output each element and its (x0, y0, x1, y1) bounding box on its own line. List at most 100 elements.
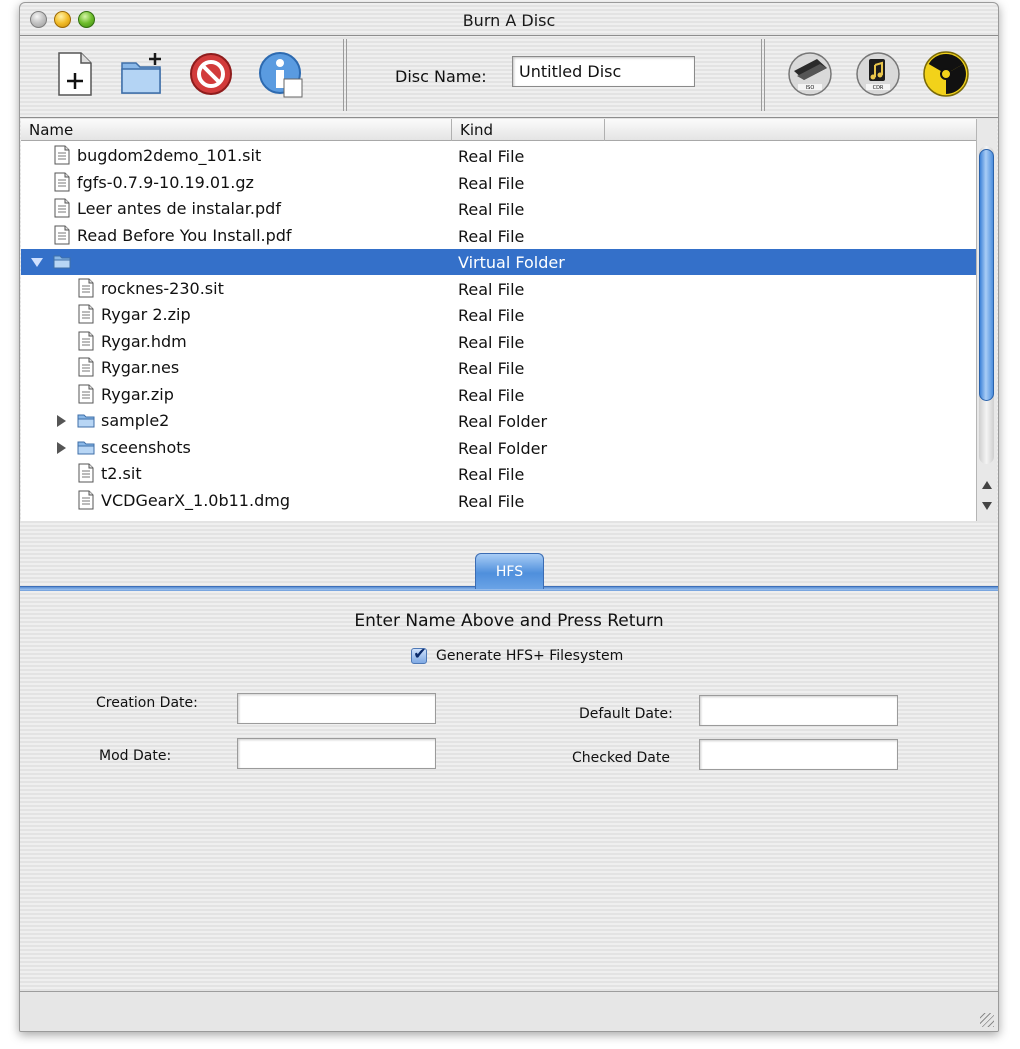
file-kind: Real File (458, 279, 525, 299)
file-list-row[interactable]: sceenshots Real Folder (21, 435, 976, 461)
burn-icon[interactable] (921, 49, 971, 99)
file-name[interactable]: sample2 (101, 411, 169, 430)
toolbar-separator (343, 39, 347, 111)
file-list-row[interactable]: VCDGearX_1.0b11.dmg Real File (21, 488, 976, 514)
status-bar (20, 991, 998, 1031)
file-list-row[interactable]: rocknes-230.sit Real File (21, 276, 976, 302)
file-list-row[interactable]: Rygar.nes Real File (21, 355, 976, 381)
document-icon (77, 331, 95, 351)
file-kind: Real Folder (458, 412, 548, 431)
default-date-label: Default Date: (579, 706, 673, 722)
file-list-row[interactable]: Virtual Folder (21, 249, 976, 275)
column-header-kind[interactable]: Kind (460, 121, 493, 139)
delete-icon[interactable] (186, 49, 236, 99)
svg-text:CDR: CDR (873, 85, 884, 91)
file-list-row[interactable]: t2.sit Real File (21, 461, 976, 487)
disc-name-label: Disc Name: (395, 67, 487, 86)
toolbar: Disc Name: ISO CDR (20, 36, 998, 118)
file-name[interactable]: Rygar.zip (101, 385, 174, 404)
file-name[interactable]: rocknes-230.sit (101, 279, 224, 298)
scroll-down-arrow[interactable] (982, 502, 992, 510)
document-icon (53, 225, 71, 245)
file-kind: Virtual Folder (458, 253, 565, 272)
file-kind: Real File (458, 226, 525, 246)
window-title: Burn A Disc (462, 11, 556, 30)
file-list-header: Name Kind (21, 119, 976, 141)
new-file-icon[interactable] (50, 49, 100, 99)
file-list-row[interactable]: bugdom2demo_101.sit Real File (21, 143, 976, 169)
tab-hfs[interactable]: HFS (475, 553, 544, 589)
vertical-scrollbar[interactable] (976, 119, 997, 521)
folder-icon (77, 410, 95, 430)
iso-image-icon[interactable]: ISO (785, 49, 835, 99)
default-date-field[interactable] (699, 695, 898, 726)
column-header-name[interactable]: Name (29, 121, 73, 139)
document-icon (53, 198, 71, 218)
disclosure-triangle-collapsed-icon[interactable] (57, 441, 66, 454)
file-name[interactable]: bugdom2demo_101.sit (77, 146, 261, 165)
file-name[interactable]: VCDGearX_1.0b11.dmg (101, 491, 290, 510)
generate-hfs-checkbox[interactable]: ✔ (411, 644, 427, 664)
file-name[interactable]: sceenshots (101, 438, 191, 457)
file-list-row[interactable]: sample2 Real Folder (21, 408, 976, 434)
file-list-row[interactable]: Leer antes de instalar.pdf Real File (21, 196, 976, 222)
burn-a-disc-window: Burn A Disc Disc Name: Untitled Disc ISO… (19, 2, 999, 1032)
toolbar-separator (761, 39, 765, 111)
column-divider[interactable] (451, 119, 452, 141)
creation-date-label: Creation Date: (96, 695, 198, 711)
generate-hfs-label[interactable]: Generate HFS+ Filesystem (436, 648, 623, 664)
file-name[interactable]: Leer antes de instalar.pdf (77, 199, 281, 218)
document-icon (77, 384, 95, 404)
disc-name-input[interactable] (512, 56, 695, 87)
disclosure-triangle-expanded-icon[interactable] (31, 258, 43, 267)
folder-icon (77, 437, 95, 457)
file-list-row[interactable]: Rygar.zip Real File (21, 382, 976, 408)
document-icon (53, 172, 71, 192)
file-list-row[interactable]: fgfs-0.7.9-10.19.01.gz Real File (21, 170, 976, 196)
file-list-row[interactable]: Rygar.hdm Real File (21, 329, 976, 355)
file-list-row[interactable]: Rygar 2.zip Real File (21, 302, 976, 328)
file-kind: Real File (458, 200, 525, 219)
document-icon (77, 357, 95, 377)
file-kind: Real File (458, 385, 525, 405)
file-kind: Real File (458, 491, 525, 511)
file-list[interactable]: Name Kind bugdom2demo_101.sit Real File fg… (21, 119, 976, 521)
file-name[interactable]: Rygar.hdm (101, 332, 187, 351)
scroll-thumb[interactable] (979, 149, 994, 401)
file-kind: Real File (458, 359, 525, 378)
document-icon (77, 463, 95, 483)
folder-icon (53, 251, 71, 271)
file-list-row[interactable]: Read Before You Install.pdf Real File (21, 223, 976, 249)
title-bar[interactable]: Burn A Disc (20, 3, 998, 36)
file-kind: Real Folder (458, 438, 548, 458)
document-icon (77, 304, 95, 324)
document-icon (53, 145, 71, 165)
column-divider[interactable] (604, 119, 605, 141)
checkmark-icon: ✔ (413, 644, 427, 663)
disclosure-triangle-collapsed-icon[interactable] (57, 415, 66, 427)
file-name[interactable]: Read Before You Install.pdf (77, 226, 292, 245)
new-folder-icon[interactable] (117, 49, 167, 99)
checked-date-label: Checked Date (572, 750, 670, 766)
file-kind: Real File (458, 306, 525, 325)
file-kind: Real File (458, 332, 525, 352)
mod-date-label: Mod Date: (99, 748, 172, 764)
document-icon (77, 278, 95, 298)
creation-date-field[interactable] (237, 693, 436, 724)
hfs-panel-heading: Enter Name Above and Press Return (354, 611, 664, 631)
file-name[interactable]: fgfs-0.7.9-10.19.01.gz (77, 173, 254, 192)
mod-date-field[interactable] (237, 738, 436, 769)
file-name[interactable]: Rygar.nes (101, 358, 179, 377)
file-kind: Real File (458, 173, 525, 193)
info-icon[interactable] (256, 49, 306, 99)
file-kind: Real File (458, 147, 525, 166)
resize-handle-icon[interactable] (980, 1013, 994, 1027)
file-name[interactable]: Rygar 2.zip (101, 305, 191, 324)
cdr-audio-icon[interactable]: CDR (853, 49, 903, 99)
file-name[interactable]: t2.sit (101, 464, 142, 483)
checked-date-field[interactable] (699, 739, 898, 770)
scroll-up-arrow[interactable] (982, 481, 992, 489)
document-icon (77, 490, 95, 510)
file-kind: Real File (458, 465, 525, 484)
svg-text:ISO: ISO (806, 85, 815, 91)
